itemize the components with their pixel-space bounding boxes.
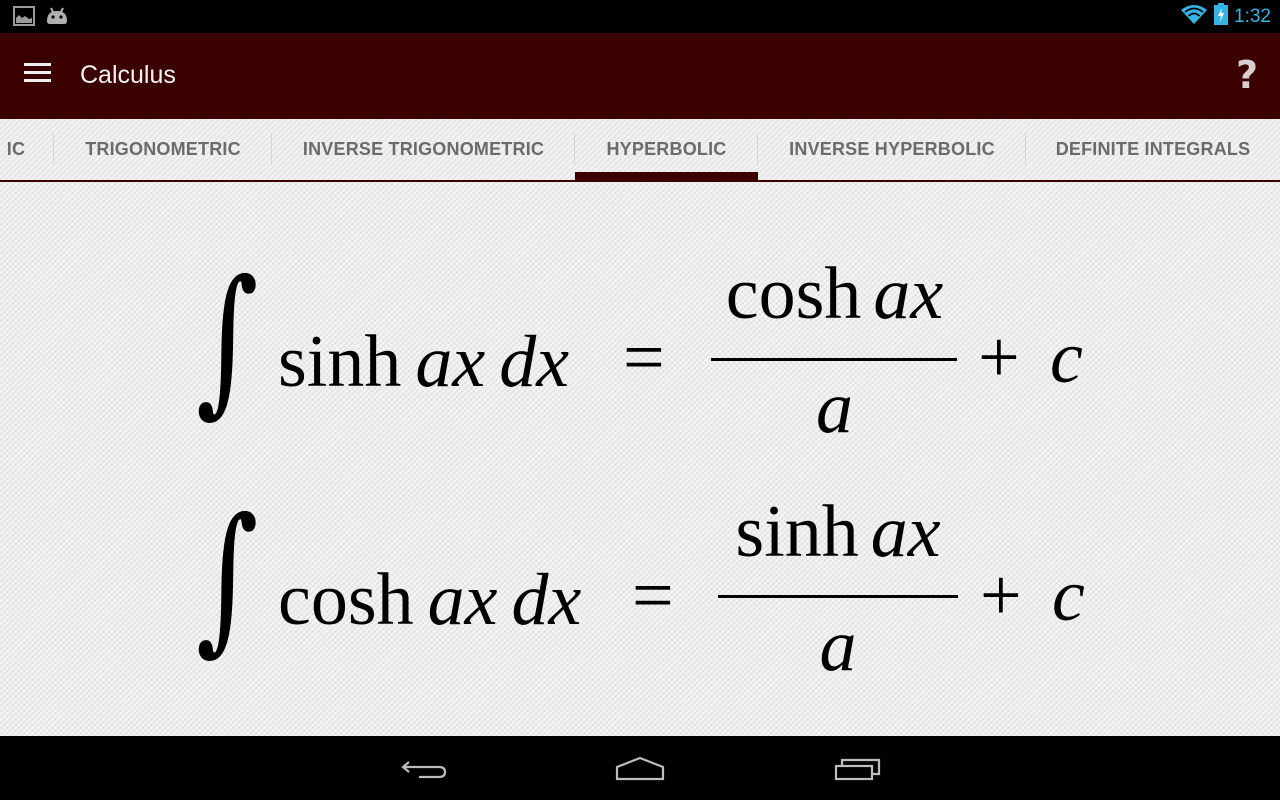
numerator: cosh ax	[712, 254, 957, 334]
integration-constant: c	[1052, 555, 1085, 637]
clock: 1:32	[1234, 5, 1271, 27]
integrand-variable: ax	[427, 559, 498, 641]
tabs: IC TRIGONOMETRIC INVERSE TRIGONOMETRIC H…	[0, 119, 1280, 180]
tab-trigonometric[interactable]: TRIGONOMETRIC	[54, 119, 272, 180]
numerator-variable: ax	[873, 253, 944, 335]
tab-inverse-trigonometric[interactable]: INVERSE TRIGONOMETRIC	[272, 119, 575, 180]
formula-cosh: ∫ cosh ax dx = sinh ax a + c	[0, 492, 1280, 692]
wifi-icon	[1180, 3, 1208, 30]
integrand-variable: ax	[415, 321, 486, 403]
back-icon[interactable]	[395, 750, 455, 786]
equals-sign: =	[632, 555, 674, 637]
tab-inverse-hyperbolic[interactable]: INVERSE HYPERBOLIC	[758, 119, 1026, 180]
home-icon[interactable]	[610, 750, 670, 786]
tab-strip: IC TRIGONOMETRIC INVERSE TRIGONOMETRIC H…	[0, 119, 1280, 182]
equals-sign: =	[623, 317, 665, 399]
integral-sign: ∫	[196, 245, 259, 432]
integration-constant: c	[1050, 317, 1083, 399]
denominator: a	[819, 605, 857, 687]
app-title: Calculus	[80, 61, 176, 89]
formula-content: ∫ sinh ax dx = cosh ax a + c ∫ cosh ax dx = s…	[0, 182, 1280, 736]
tab-label: TRIGONOMETRIC	[85, 139, 241, 159]
integrand: sinh ax dx	[278, 322, 569, 402]
tab-hyperbolic[interactable]: HYPERBOLIC	[575, 119, 758, 180]
action-bar: Calculus ?	[0, 33, 1280, 119]
integral-sign: ∫	[196, 483, 259, 670]
tab-label: IC	[6, 139, 26, 159]
tab-label: HYPERBOLIC	[606, 139, 727, 159]
status-bar: 1:32	[0, 0, 1280, 33]
differential: dx	[511, 559, 582, 641]
image-notification-icon	[13, 6, 35, 31]
integrand-function: cosh	[278, 559, 414, 641]
tab-logarithmic[interactable]: IC	[0, 119, 54, 180]
plus-sign: +	[978, 317, 1020, 399]
tab-definite-integrals[interactable]: DEFINITE INTEGRALS	[1026, 119, 1280, 180]
android-notification-icon	[45, 7, 69, 30]
tab-label: INVERSE TRIGONOMETRIC	[302, 139, 545, 159]
tab-label: DEFINITE INTEGRALS	[1055, 139, 1251, 159]
numerator-function: sinh	[735, 491, 859, 573]
fraction-bar	[711, 358, 957, 361]
plus-sign: +	[980, 555, 1022, 637]
numerator-variable: ax	[870, 491, 941, 573]
tab-label: INVERSE HYPERBOLIC	[789, 139, 995, 159]
fraction-bar	[718, 595, 958, 598]
integrand-function: sinh	[278, 321, 402, 403]
navigation-bar	[0, 736, 1280, 800]
numerator-function: cosh	[725, 253, 862, 335]
denominator: a	[816, 367, 853, 449]
differential: dx	[499, 321, 570, 403]
integrand: cosh ax dx	[278, 560, 581, 640]
numerator: sinh ax	[718, 492, 958, 572]
help-button[interactable]: ?	[1236, 53, 1258, 97]
formula-sinh: ∫ sinh ax dx = cosh ax a + c	[0, 254, 1280, 454]
battery-charging-icon	[1214, 3, 1229, 30]
recent-apps-icon[interactable]	[828, 750, 888, 786]
hamburger-menu-icon[interactable]	[24, 63, 52, 87]
